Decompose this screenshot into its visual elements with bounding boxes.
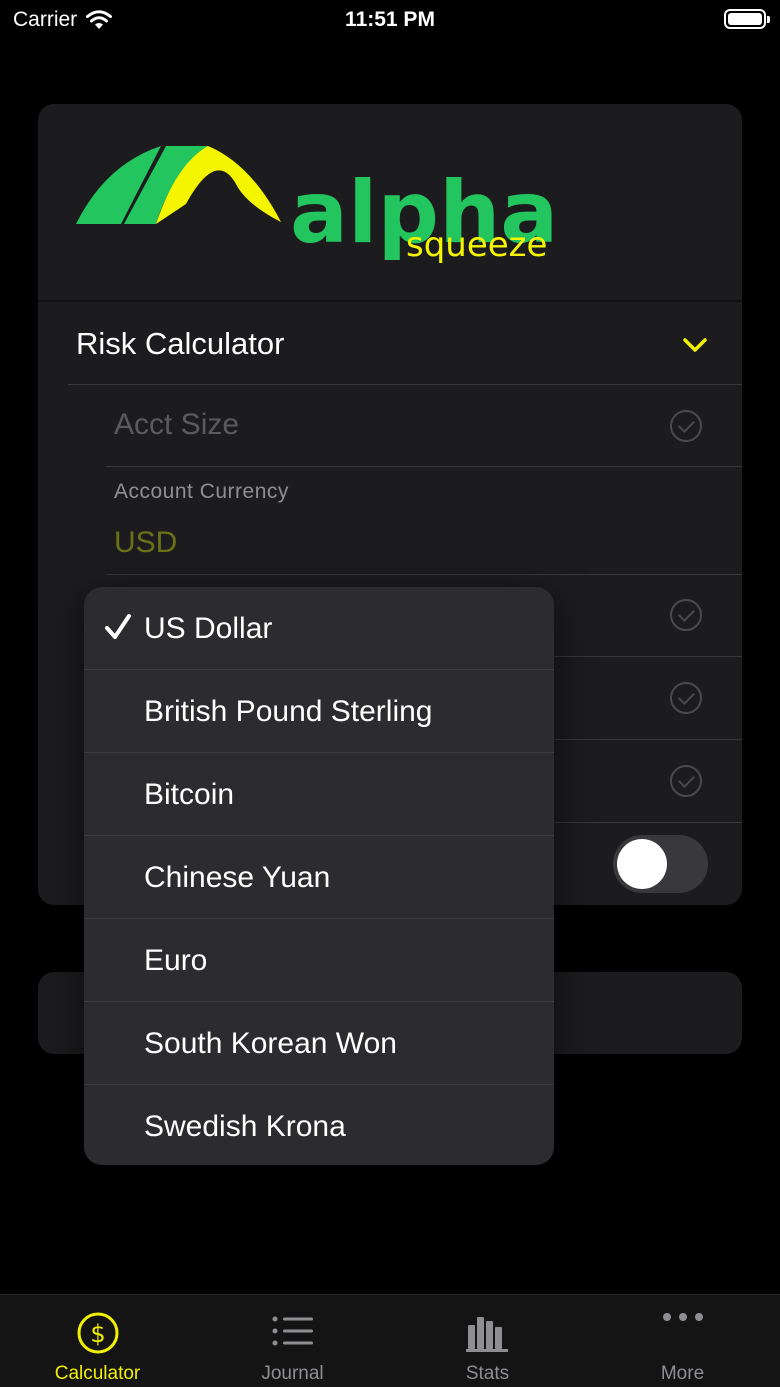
toggle-switch[interactable] xyxy=(613,835,708,893)
field-separator xyxy=(106,466,742,467)
field-separator xyxy=(106,574,742,575)
menu-item-label: Euro xyxy=(144,943,208,977)
ellipsis-icon xyxy=(663,1313,703,1321)
bar-chart-icon xyxy=(466,1317,508,1352)
account-currency-label: Account Currency xyxy=(114,480,289,503)
checkmark-circle-icon xyxy=(670,765,702,797)
toggle-knob xyxy=(617,839,667,889)
status-time: 11:51 PM xyxy=(345,8,435,31)
acct-size-input[interactable]: Acct Size xyxy=(114,408,239,442)
tab-journal[interactable]: Journal xyxy=(195,1295,390,1387)
menu-item-bitcoin[interactable]: Bitcoin xyxy=(84,753,554,836)
status-bar: Carrier 11:51 PM xyxy=(0,0,780,40)
tab-bar: $ Calculator Journal Stats More xyxy=(0,1294,780,1387)
menu-item-south-korean-won[interactable]: South Korean Won xyxy=(84,1002,554,1085)
tab-more[interactable]: More xyxy=(585,1295,780,1387)
tab-stats[interactable]: Stats xyxy=(390,1295,585,1387)
menu-item-euro[interactable]: Euro xyxy=(84,919,554,1002)
list-icon xyxy=(272,1316,313,1346)
tab-label: Calculator xyxy=(54,1363,141,1384)
checkmark-circle-icon xyxy=(670,682,702,714)
menu-item-label: Bitcoin xyxy=(144,777,235,811)
chevron-down-icon[interactable] xyxy=(682,336,708,354)
checkmark-circle-icon xyxy=(670,410,702,442)
tab-label: More xyxy=(660,1363,705,1384)
battery-icon xyxy=(724,9,770,29)
logo-divider xyxy=(38,300,742,302)
tab-calculator[interactable]: $ Calculator xyxy=(0,1295,195,1387)
menu-item-label: Chinese Yuan xyxy=(144,860,331,894)
tab-label: Journal xyxy=(261,1363,324,1384)
menu-item-label: US Dollar xyxy=(144,611,273,645)
currency-menu: US Dollar British Pound Sterling Bitcoin… xyxy=(84,587,554,1165)
alpha-squeeze-logo: alpha squeeze xyxy=(76,146,556,265)
tab-label: Stats xyxy=(465,1363,510,1384)
menu-item-us-dollar[interactable]: US Dollar xyxy=(84,587,554,670)
risk-calculator-title: Risk Calculator xyxy=(76,326,285,361)
checkmark-circle-icon xyxy=(670,599,702,631)
menu-item-label: Swedish Krona xyxy=(144,1109,346,1143)
menu-item-british-pound[interactable]: British Pound Sterling xyxy=(84,670,554,753)
checkmark-icon xyxy=(105,614,131,639)
dollar-circle-icon: $ xyxy=(77,1312,119,1354)
section-separator xyxy=(68,384,742,385)
svg-text:$: $ xyxy=(90,1320,105,1348)
account-currency-value[interactable]: USD xyxy=(114,526,177,560)
logo-subword: squeeze xyxy=(406,225,547,265)
menu-item-label: South Korean Won xyxy=(144,1026,397,1060)
menu-item-label: British Pound Sterling xyxy=(144,694,433,728)
menu-item-chinese-yuan[interactable]: Chinese Yuan xyxy=(84,836,554,919)
menu-item-swedish-krona[interactable]: Swedish Krona xyxy=(84,1085,554,1165)
